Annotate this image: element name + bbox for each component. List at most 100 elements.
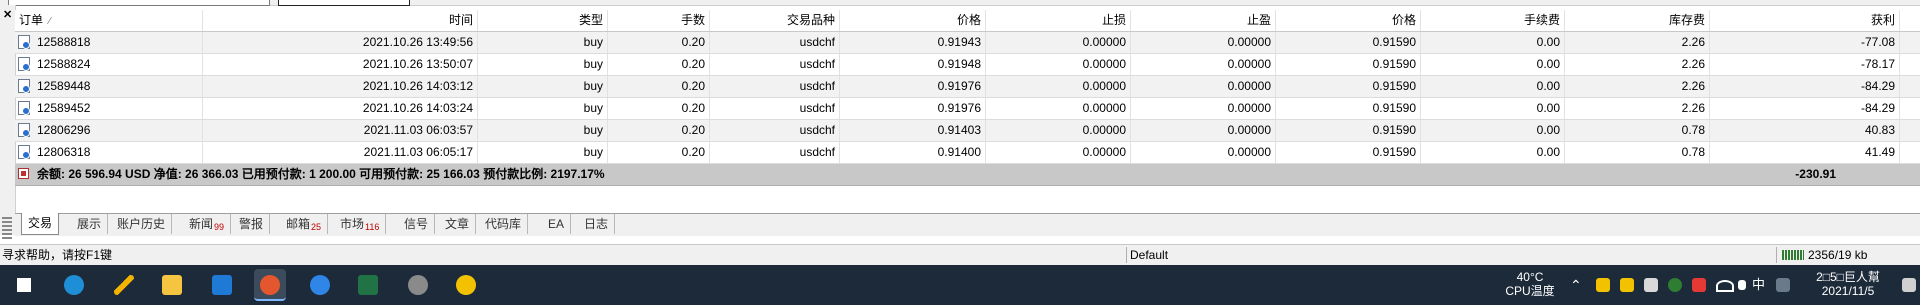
column-header[interactable]: 价格: [1276, 10, 1421, 31]
wifi-icon[interactable]: [1716, 280, 1734, 292]
edge-icon[interactable]: [58, 269, 90, 301]
column-header[interactable]: 止盈: [1131, 10, 1276, 31]
tab-item[interactable]: 展示: [71, 214, 109, 234]
tray-app-icon[interactable]: [1596, 278, 1610, 292]
column-header-label: 类型: [578, 13, 603, 27]
notification-icon[interactable]: [1902, 278, 1916, 292]
chevron-up-icon[interactable]: ⌃: [1570, 265, 1582, 305]
table-cell: 0.00000: [1131, 120, 1276, 141]
table-cell: 12589448: [15, 76, 203, 97]
table-cell: 0.00: [1421, 98, 1565, 119]
tab-label: 警报: [239, 217, 264, 231]
table-row[interactable]: 12589452 2021.10.26 14:03:24 buy 0.20 usdchf…: [15, 98, 1920, 120]
tab-item[interactable]: 警报: [233, 214, 271, 234]
column-header[interactable]: 手数: [608, 10, 710, 31]
column-header-label: 时间: [448, 13, 473, 27]
column-header-label: 价格: [1391, 13, 1416, 27]
table-cell: 0.00000: [986, 54, 1131, 75]
tab-label: 新闻: [189, 217, 214, 231]
table-cell: 2021.11.03 06:05:17: [203, 142, 478, 163]
clock[interactable]: 2□5□巨人幫 2021/11/5: [1796, 270, 1900, 298]
clock-time: 2□5□巨人幫: [1816, 270, 1880, 284]
chat-app-icon[interactable]: [450, 269, 482, 301]
column-header-label: 手续费: [1523, 13, 1560, 27]
status-bar: 寻求帮助，请按F1键 Default 2356/19 kb: [0, 244, 1920, 265]
windows-start-icon[interactable]: [8, 269, 40, 301]
table-cell: usdchf: [710, 120, 840, 141]
photo-app-icon[interactable]: [402, 269, 434, 301]
table-row[interactable]: 12806318 2021.11.03 06:05:17 buy 0.20 usdchf…: [15, 142, 1920, 164]
terminal-tabs: 交易 展示 账户历史 新闻99 警报 邮箱25 市场116 信号 文章 代码库 EA 日志: [15, 213, 1920, 236]
table-cell: 0.00000: [1131, 32, 1276, 53]
volume-icon[interactable]: [1738, 280, 1746, 290]
table-cell: buy: [478, 142, 608, 163]
tab-item[interactable]: EA: [542, 214, 572, 234]
app-z-icon[interactable]: [206, 269, 238, 301]
tab-item[interactable]: 日志: [578, 214, 616, 234]
ime-indicator[interactable]: 中: [1752, 265, 1765, 305]
toolbar-combo-left[interactable]: [8, 0, 270, 6]
tray-app2-icon[interactable]: [1620, 278, 1634, 292]
table-cell: buy: [478, 54, 608, 75]
column-header[interactable]: 获利: [1710, 10, 1900, 31]
table-cell: 0.00000: [986, 142, 1131, 163]
wechat-icon[interactable]: [1668, 278, 1682, 292]
excel-icon[interactable]: [352, 269, 384, 301]
table-cell: 0.00000: [1131, 98, 1276, 119]
column-header-label: 交易品种: [786, 13, 835, 27]
table-cell: 12588818: [15, 32, 203, 53]
cpu-temp-label: CPU温度: [1505, 284, 1555, 298]
pen-app-icon[interactable]: [108, 269, 140, 301]
balance-icon: [18, 168, 29, 179]
table-cell: -84.29: [1710, 76, 1900, 97]
toolbar-combo-right[interactable]: [278, 0, 410, 6]
tab-item[interactable]: 交易: [21, 213, 60, 235]
table-cell: usdchf: [710, 142, 840, 163]
table-cell: buy: [478, 120, 608, 141]
column-header-label: 止损: [1101, 13, 1126, 27]
column-header[interactable]: 止损: [986, 10, 1131, 31]
tray-red-icon[interactable]: [1692, 278, 1706, 292]
cpu-temp[interactable]: 40°C CPU温度: [1500, 270, 1560, 298]
tab-item[interactable]: 邮箱25: [280, 214, 329, 234]
column-header[interactable]: 订单 ⁄: [15, 10, 203, 31]
table-row[interactable]: 12806296 2021.11.03 06:03:57 buy 0.20 usdchf…: [15, 120, 1920, 142]
column-header[interactable]: 时间: [203, 10, 478, 31]
tab-item[interactable]: 代码库: [479, 214, 529, 234]
tab-item[interactable]: 新闻99: [183, 214, 232, 234]
tab-item[interactable]: 信号: [398, 214, 436, 234]
toolbox-grip-icon[interactable]: [2, 217, 12, 239]
tab-item[interactable]: 账户历史: [111, 214, 173, 234]
column-header[interactable]: 交易品种: [710, 10, 840, 31]
table-cell: 0.91590: [1276, 76, 1421, 97]
column-header[interactable]: 库存费: [1565, 10, 1710, 31]
table-cell: 0.00000: [1131, 142, 1276, 163]
table-cell: 12806318: [15, 142, 203, 163]
input-mode-icon[interactable]: [1776, 278, 1790, 292]
tab-item[interactable]: 市场116: [334, 214, 387, 234]
column-header[interactable]: 手续费: [1421, 10, 1565, 31]
file-explorer-icon[interactable]: [156, 269, 188, 301]
table-cell: 0.91976: [840, 76, 986, 97]
close-icon[interactable]: ✕: [3, 8, 12, 21]
table-cell: -84.29: [1710, 98, 1900, 119]
table-cell: 41.49: [1710, 142, 1900, 163]
tab-item[interactable]: 文章: [439, 214, 477, 234]
column-header[interactable]: 价格: [840, 10, 986, 31]
browser-app-icon[interactable]: [304, 269, 336, 301]
table-row[interactable]: 12588824 2021.10.26 13:50:07 buy 0.20 usdchf…: [15, 54, 1920, 76]
mail-app-icon[interactable]: [254, 269, 286, 301]
table-row[interactable]: 12589448 2021.10.26 14:03:12 buy 0.20 usdchf…: [15, 76, 1920, 98]
table-cell: 2021.10.26 14:03:12: [203, 76, 478, 97]
tray-tool-icon[interactable]: [1644, 278, 1658, 292]
table-cell: 0.91403: [840, 120, 986, 141]
tab-label: 市场: [340, 217, 365, 231]
table-cell: 12588824: [15, 54, 203, 75]
table-cell: 2021.10.26 13:50:07: [203, 54, 478, 75]
profile-name[interactable]: Default: [1130, 245, 1168, 265]
table-cell: 0.91948: [840, 54, 986, 75]
column-header[interactable]: 类型: [478, 10, 608, 31]
table-cell: 0.20: [608, 32, 710, 53]
table-cell: 2021.11.03 06:03:57: [203, 120, 478, 141]
table-row[interactable]: 12588818 2021.10.26 13:49:56 buy 0.20 usdchf…: [15, 32, 1920, 54]
